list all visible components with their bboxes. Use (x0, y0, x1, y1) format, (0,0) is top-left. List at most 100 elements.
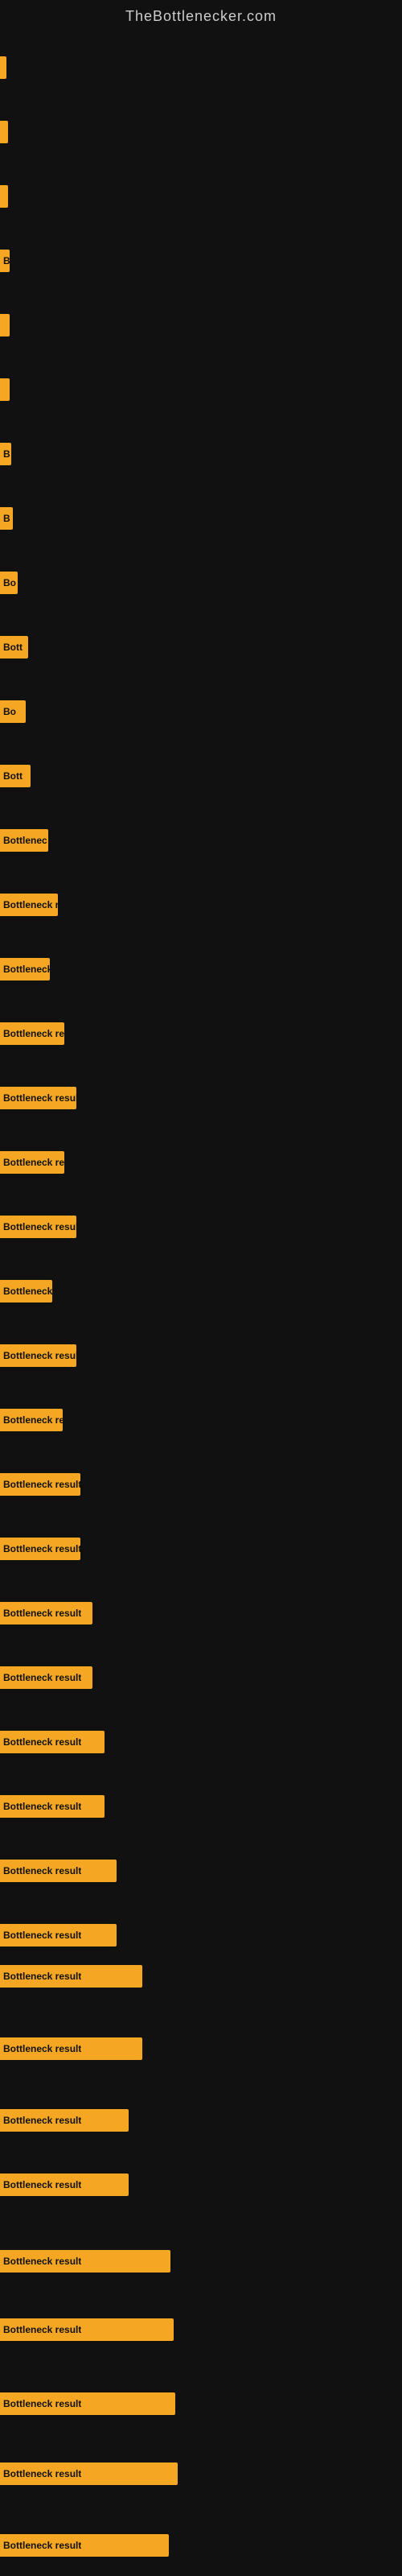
bar-item-27: Bottleneck result (0, 1795, 105, 1818)
bar-23: Bottleneck result (0, 1538, 80, 1560)
bar-label-7: B (3, 513, 10, 524)
bar-label-9: Bott (3, 642, 23, 653)
bar-label-13: Bottleneck re (3, 899, 58, 910)
bar-20: Bottleneck result (0, 1344, 76, 1367)
bar-18: Bottleneck result (0, 1216, 76, 1238)
bar-label-11: Bott (3, 770, 23, 782)
bar-21: Bottleneck resu (0, 1409, 63, 1431)
bar-0 (0, 56, 6, 79)
bar-1 (0, 121, 8, 143)
bar-item-28: Bottleneck result (0, 1860, 117, 1882)
bar-item-9: Bott (0, 636, 28, 658)
bar-label-10: Bo (3, 706, 16, 717)
bar-item-11: Bott (0, 765, 31, 787)
bar-15: Bottleneck res (0, 1022, 64, 1045)
bar-item-8: Bo (0, 572, 18, 594)
bar-29: Bottleneck result (0, 1924, 117, 1946)
bar-label-32: Bottleneck result (3, 2115, 81, 2126)
bar-label-24: Bottleneck result (3, 1608, 81, 1619)
bar-9: Bott (0, 636, 28, 658)
bar-item-32: Bottleneck result (0, 2109, 129, 2132)
bar-22: Bottleneck result (0, 1473, 80, 1496)
bar-label-17: Bottleneck res (3, 1157, 64, 1168)
bar-item-7: B (0, 507, 13, 530)
bar-item-26: Bottleneck result (0, 1731, 105, 1753)
bar-37: Bottleneck result (0, 2462, 178, 2485)
bar-label-12: Bottlenec (3, 835, 47, 846)
bar-item-37: Bottleneck result (0, 2462, 178, 2485)
bar-8: Bo (0, 572, 18, 594)
bar-24: Bottleneck result (0, 1602, 92, 1624)
bar-19: Bottleneck re (0, 1280, 52, 1302)
bar-item-4 (0, 314, 10, 336)
bar-label-38: Bottleneck result (3, 2540, 81, 2551)
bar-11: Bott (0, 765, 31, 787)
bar-label-27: Bottleneck result (3, 1801, 81, 1812)
site-title: TheBottlenecker.com (0, 0, 402, 33)
chart-area: TheBottlenecker.com B B B Bo Bott Bo Bott Bottl… (0, 0, 402, 2576)
bar-33: Bottleneck result (0, 2174, 129, 2196)
bar-label-8: Bo (3, 577, 16, 588)
bar-item-34: Bottleneck result (0, 2250, 170, 2273)
bar-label-19: Bottleneck re (3, 1286, 52, 1297)
bar-item-21: Bottleneck resu (0, 1409, 63, 1431)
bar-label-25: Bottleneck result (3, 1672, 81, 1683)
bar-38: Bottleneck result (0, 2534, 169, 2557)
bar-item-10: Bo (0, 700, 26, 723)
bar-label-29: Bottleneck result (3, 1930, 81, 1941)
bar-item-5 (0, 378, 10, 401)
bar-item-22: Bottleneck result (0, 1473, 80, 1496)
bar-item-16: Bottleneck result (0, 1087, 76, 1109)
bar-item-2 (0, 185, 8, 208)
bar-item-30: Bottleneck result (0, 1965, 142, 1988)
bar-label-22: Bottleneck result (3, 1479, 80, 1490)
bar-item-35: Bottleneck result (0, 2318, 174, 2341)
bar-17: Bottleneck res (0, 1151, 64, 1174)
bar-label-33: Bottleneck result (3, 2179, 81, 2190)
bar-item-6: B (0, 443, 11, 465)
bar-14: Bottleneck (0, 958, 50, 980)
bar-34: Bottleneck result (0, 2250, 170, 2273)
bar-label-34: Bottleneck result (3, 2256, 81, 2267)
bar-label-26: Bottleneck result (3, 1736, 81, 1748)
bar-item-19: Bottleneck re (0, 1280, 52, 1302)
bar-label-20: Bottleneck result (3, 1350, 76, 1361)
bar-28: Bottleneck result (0, 1860, 117, 1882)
bar-item-12: Bottlenec (0, 829, 48, 852)
bar-item-3: B (0, 250, 10, 272)
bar-35: Bottleneck result (0, 2318, 174, 2341)
bar-item-0 (0, 56, 6, 79)
bar-item-17: Bottleneck res (0, 1151, 64, 1174)
bar-item-23: Bottleneck result (0, 1538, 80, 1560)
bar-item-14: Bottleneck (0, 958, 50, 980)
bar-item-1 (0, 121, 8, 143)
bar-item-25: Bottleneck result (0, 1666, 92, 1689)
bar-6: B (0, 443, 11, 465)
bar-label-21: Bottleneck resu (3, 1414, 63, 1426)
bar-label-15: Bottleneck res (3, 1028, 64, 1039)
bar-label-31: Bottleneck result (3, 2043, 81, 2054)
bar-label-28: Bottleneck result (3, 1865, 81, 1876)
bar-4 (0, 314, 10, 336)
bar-7: B (0, 507, 13, 530)
bar-13: Bottleneck re (0, 894, 58, 916)
bar-item-29: Bottleneck result (0, 1924, 117, 1946)
bar-item-15: Bottleneck res (0, 1022, 64, 1045)
bar-label-6: B (3, 448, 10, 460)
bar-item-13: Bottleneck re (0, 894, 58, 916)
bar-label-35: Bottleneck result (3, 2324, 81, 2335)
bar-10: Bo (0, 700, 26, 723)
bar-item-33: Bottleneck result (0, 2174, 129, 2196)
bar-label-23: Bottleneck result (3, 1543, 80, 1554)
bar-5 (0, 378, 10, 401)
bar-label-30: Bottleneck result (3, 1971, 81, 1982)
bar-label-37: Bottleneck result (3, 2468, 81, 2479)
bar-26: Bottleneck result (0, 1731, 105, 1753)
bar-item-18: Bottleneck result (0, 1216, 76, 1238)
bar-16: Bottleneck result (0, 1087, 76, 1109)
bar-32: Bottleneck result (0, 2109, 129, 2132)
bar-36: Bottleneck result (0, 2392, 175, 2415)
bar-31: Bottleneck result (0, 2037, 142, 2060)
bar-30: Bottleneck result (0, 1965, 142, 1988)
bar-label-18: Bottleneck result (3, 1221, 76, 1232)
